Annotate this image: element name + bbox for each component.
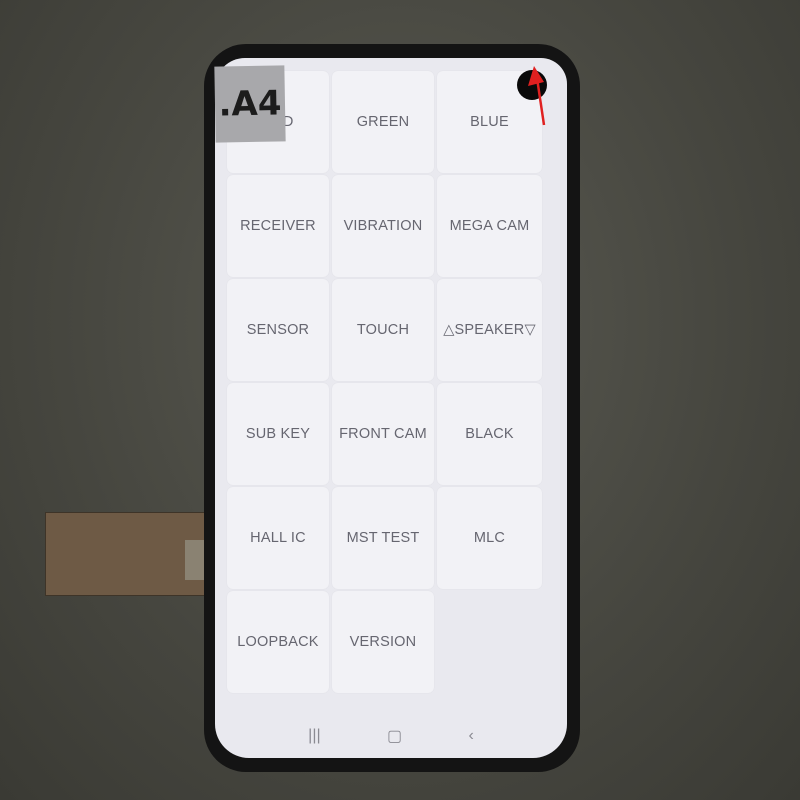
tile-mlc[interactable]: MLC — [437, 487, 542, 589]
tile-sub-key[interactable]: SUB KEY — [227, 383, 329, 485]
tile-speaker[interactable]: △SPEAKER▽ — [437, 279, 542, 381]
tile-mst-test[interactable]: MST TEST — [332, 487, 434, 589]
tile-touch[interactable]: TOUCH — [332, 279, 434, 381]
tile-black[interactable]: BLACK — [437, 383, 542, 485]
navigation-bar: ||| ▢ ‹ — [215, 724, 567, 748]
phone-screen: REDGREENBLUERECEIVERVIBRATIONMEGA CAMSEN… — [215, 58, 567, 758]
tile-green[interactable]: GREEN — [332, 71, 434, 173]
tile-receiver[interactable]: RECEIVER — [227, 175, 329, 277]
tile-hall-ic[interactable]: HALL IC — [227, 487, 329, 589]
tile-loopback[interactable]: LOOPBACK — [227, 591, 329, 693]
red-arrow-annotation — [528, 66, 546, 126]
tile-sensor[interactable]: SENSOR — [227, 279, 329, 381]
home-button[interactable]: ▢ — [387, 726, 402, 746]
sticker-label: .A4 — [214, 65, 286, 143]
tile-mega-cam[interactable]: MEGA CAM — [437, 175, 542, 277]
back-button[interactable]: ‹ — [468, 727, 473, 745]
tile-version[interactable]: VERSION — [332, 591, 434, 693]
tile-vibration[interactable]: VIBRATION — [332, 175, 434, 277]
tile-front-cam[interactable]: FRONT CAM — [332, 383, 434, 485]
test-menu-grid: REDGREENBLUERECEIVERVIBRATIONMEGA CAMSEN… — [227, 71, 542, 693]
recents-button[interactable]: ||| — [308, 727, 320, 745]
